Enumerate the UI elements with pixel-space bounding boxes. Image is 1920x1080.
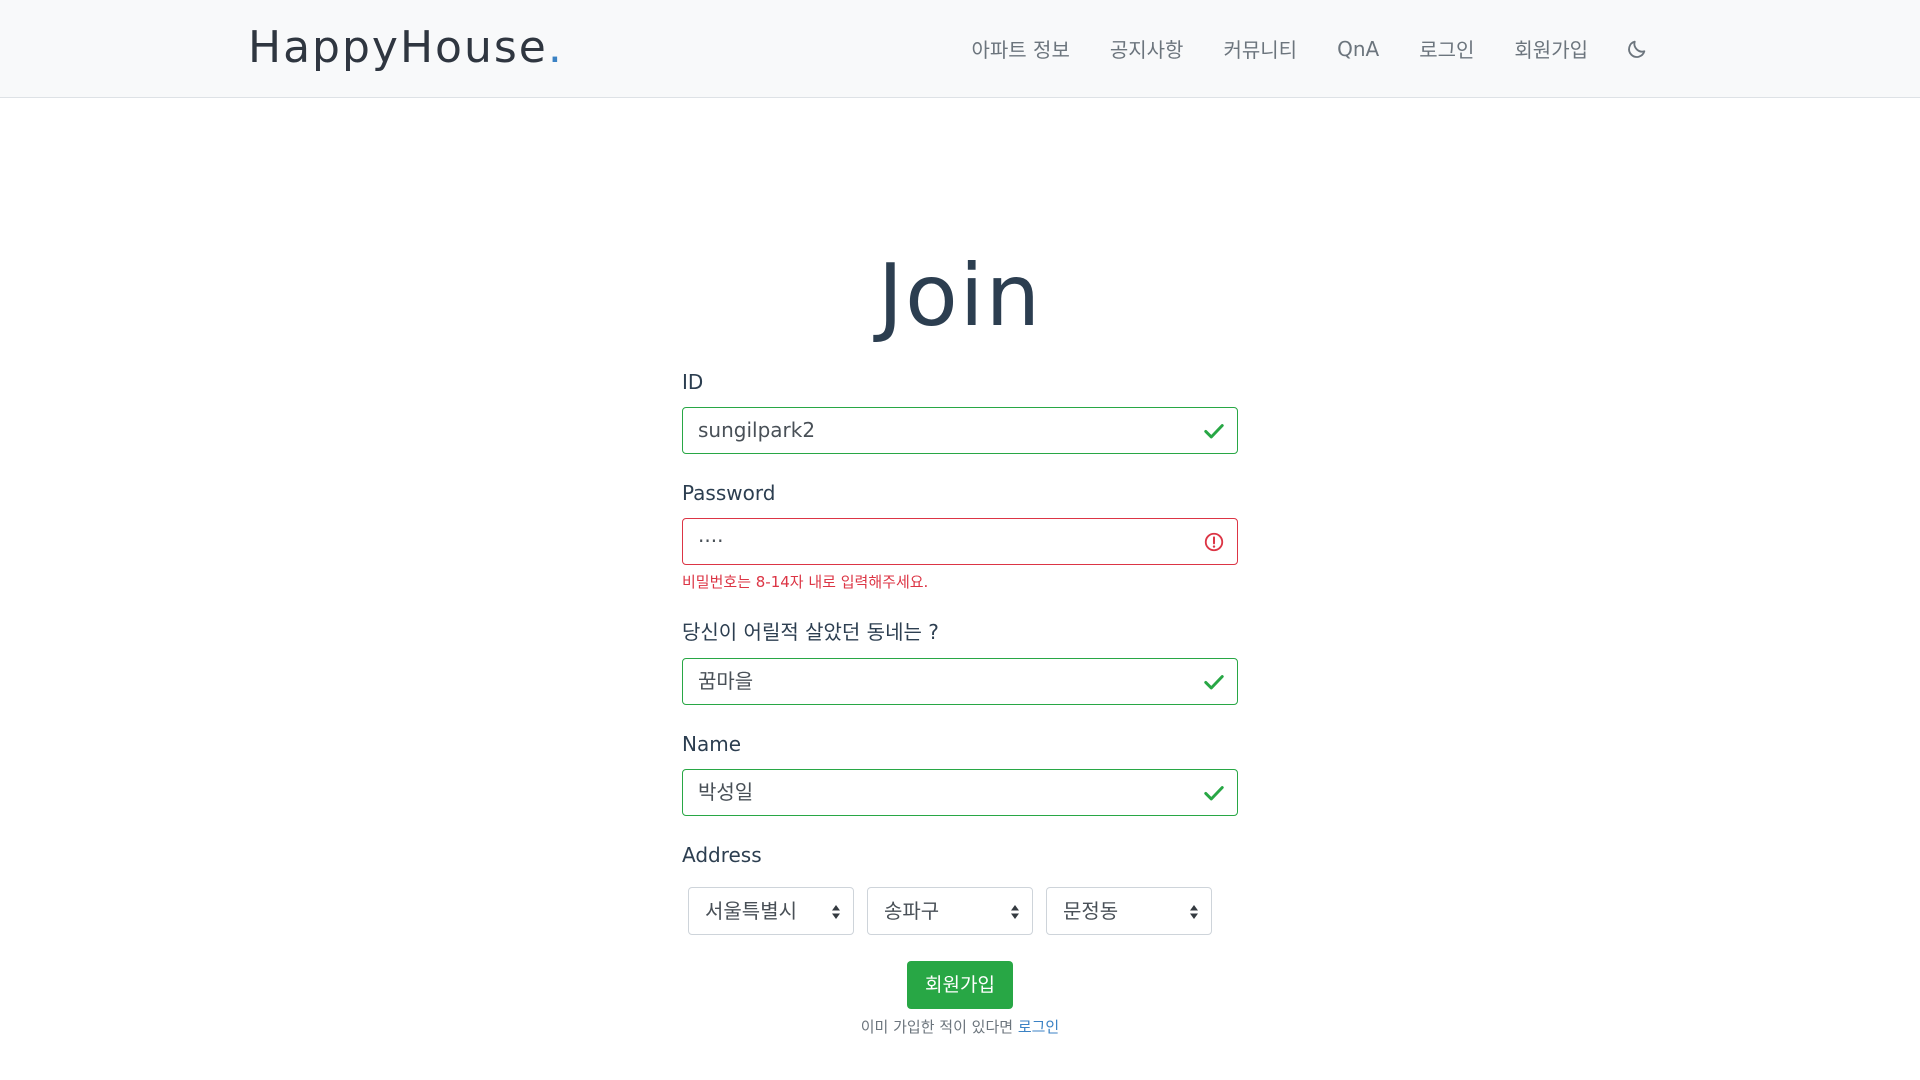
- login-link[interactable]: 로그인: [1018, 1018, 1059, 1036]
- name-label: Name: [682, 732, 742, 756]
- name-group: Name 박성일: [682, 732, 1238, 816]
- address-label: Address: [682, 843, 762, 867]
- error-icon: [1204, 532, 1224, 552]
- join-form: ID sungilpark2 Password ···· 비밀번호는 8-14자…: [682, 370, 1238, 1037]
- address-selects: 서울특별시 송파구 문정동: [688, 887, 1238, 935]
- check-icon: [1204, 675, 1224, 690]
- sort-caret-icon: [1011, 905, 1019, 919]
- nav-menu: 아파트 정보 공지사항 커뮤니티 QnA 로그인 회원가입: [972, 0, 1920, 97]
- id-input[interactable]: sungilpark2: [682, 407, 1238, 454]
- password-value: ····: [698, 529, 724, 553]
- password-group: Password ···· 비밀번호는 8-14자 내로 입력해주세요.: [682, 481, 1238, 592]
- nav-item-signup[interactable]: 회원가입: [1514, 34, 1588, 63]
- dong-select[interactable]: 문정동: [1046, 887, 1212, 935]
- id-value: sungilpark2: [698, 418, 816, 442]
- city-value: 서울특별시: [705, 899, 797, 923]
- page-title: Join: [877, 246, 1043, 346]
- nav-item-login[interactable]: 로그인: [1419, 34, 1474, 63]
- district-select[interactable]: 송파구: [867, 887, 1033, 935]
- moon-icon[interactable]: [1626, 38, 1648, 60]
- sort-caret-icon: [832, 905, 840, 919]
- name-value: 박성일: [698, 780, 754, 804]
- id-label: ID: [682, 370, 704, 394]
- already-member-text: 이미 가입한 적이 있다면 로그인: [682, 1016, 1238, 1037]
- question-label: 당신이 어릴적 살았던 동네는 ?: [682, 620, 939, 644]
- question-input[interactable]: 꿈마을: [682, 658, 1238, 705]
- nav-item-apartment-info[interactable]: 아파트 정보: [972, 34, 1070, 63]
- question-group: 당신이 어릴적 살았던 동네는 ? 꿈마을: [682, 616, 1238, 705]
- already-text: 이미 가입한 적이 있다면: [860, 1018, 1018, 1036]
- question-value: 꿈마을: [698, 669, 754, 693]
- password-error-message: 비밀번호는 8-14자 내로 입력해주세요.: [682, 573, 929, 591]
- sort-caret-icon: [1190, 905, 1198, 919]
- brand-dot: .: [547, 22, 564, 73]
- password-input[interactable]: ····: [682, 518, 1238, 565]
- address-group: Address 서울특별시 송파구 문정동: [682, 843, 1238, 935]
- name-input[interactable]: 박성일: [682, 769, 1238, 816]
- signup-button[interactable]: 회원가입: [907, 961, 1013, 1009]
- check-icon: [1204, 424, 1224, 439]
- nav-item-community[interactable]: 커뮤니티: [1223, 34, 1297, 63]
- navbar: HappyHouse. 아파트 정보 공지사항 커뮤니티 QnA 로그인 회원가…: [0, 0, 1920, 98]
- dong-value: 문정동: [1063, 899, 1119, 923]
- brand-text: HappyHouse: [248, 22, 548, 73]
- password-label: Password: [682, 481, 776, 505]
- id-group: ID sungilpark2: [682, 370, 1238, 454]
- district-value: 송파구: [884, 899, 940, 923]
- submit-wrap: 회원가입: [682, 961, 1238, 1009]
- brand-logo[interactable]: HappyHouse.: [248, 22, 564, 73]
- check-icon: [1204, 786, 1224, 801]
- city-select[interactable]: 서울특별시: [688, 887, 854, 935]
- nav-item-qna[interactable]: QnA: [1337, 37, 1379, 61]
- nav-item-notice[interactable]: 공지사항: [1110, 34, 1184, 63]
